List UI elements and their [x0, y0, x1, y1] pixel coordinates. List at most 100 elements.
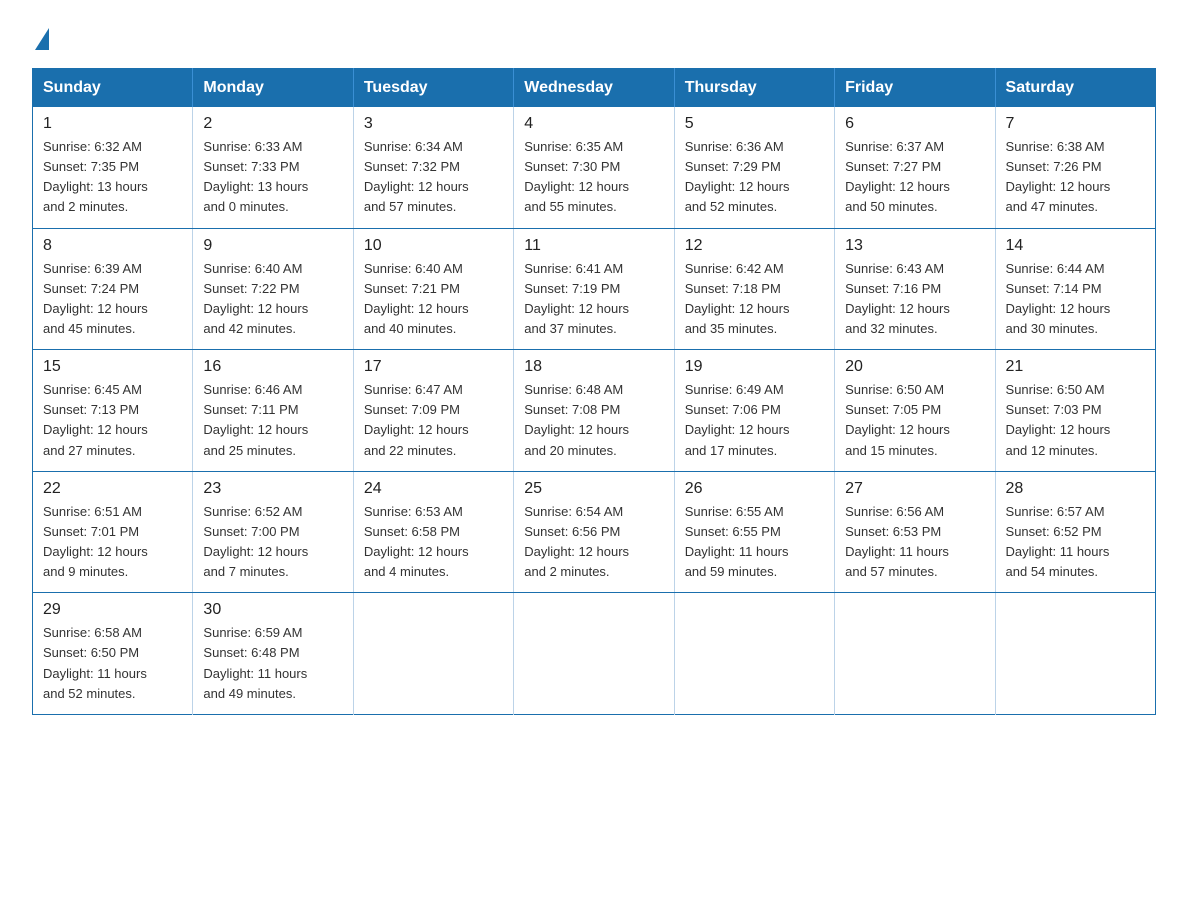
- day-info: Sunrise: 6:56 AMSunset: 6:53 PMDaylight:…: [845, 502, 984, 583]
- day-number: 10: [364, 237, 503, 255]
- day-info: Sunrise: 6:53 AMSunset: 6:58 PMDaylight:…: [364, 502, 503, 583]
- day-number: 15: [43, 358, 182, 376]
- day-info: Sunrise: 6:43 AMSunset: 7:16 PMDaylight:…: [845, 259, 984, 340]
- calendar-week-row: 22 Sunrise: 6:51 AMSunset: 7:01 PMDayligh…: [33, 471, 1156, 593]
- day-number: 1: [43, 115, 182, 133]
- calendar-empty-cell: [674, 593, 834, 715]
- calendar-week-row: 8Sunrise: 6:39 AMSunset: 7:24 PMDaylight…: [33, 228, 1156, 350]
- day-number: 5: [685, 115, 824, 133]
- calendar-day-cell: 25 Sunrise: 6:54 AMSunset: 6:56 PMDayligh…: [514, 471, 674, 593]
- day-info: Sunrise: 6:59 AMSunset: 6:48 PMDaylight:…: [203, 623, 342, 704]
- day-number: 20: [845, 358, 984, 376]
- day-info: Sunrise: 6:48 AMSunset: 7:08 PMDaylight:…: [524, 380, 663, 461]
- day-info: Sunrise: 6:41 AMSunset: 7:19 PMDaylight:…: [524, 259, 663, 340]
- day-number: 18: [524, 358, 663, 376]
- col-header-monday: Monday: [193, 69, 353, 108]
- calendar-day-cell: 18 Sunrise: 6:48 AMSunset: 7:08 PMDayligh…: [514, 350, 674, 472]
- day-number: 24: [364, 480, 503, 498]
- day-number: 17: [364, 358, 503, 376]
- calendar-empty-cell: [353, 593, 513, 715]
- day-number: 25: [524, 480, 663, 498]
- col-header-friday: Friday: [835, 69, 995, 108]
- calendar-day-cell: 13 Sunrise: 6:43 AMSunset: 7:16 PMDayligh…: [835, 228, 995, 350]
- calendar-day-cell: 10 Sunrise: 6:40 AMSunset: 7:21 PMDayligh…: [353, 228, 513, 350]
- calendar-day-cell: 8Sunrise: 6:39 AMSunset: 7:24 PMDaylight…: [33, 228, 193, 350]
- calendar-day-cell: 3 Sunrise: 6:34 AMSunset: 7:32 PMDaylight…: [353, 107, 513, 228]
- calendar-day-cell: 29 Sunrise: 6:58 AMSunset: 6:50 PMDayligh…: [33, 593, 193, 715]
- day-info: Sunrise: 6:58 AMSunset: 6:50 PMDaylight:…: [43, 623, 182, 704]
- calendar-empty-cell: [995, 593, 1155, 715]
- calendar-day-cell: 16 Sunrise: 6:46 AMSunset: 7:11 PMDayligh…: [193, 350, 353, 472]
- day-number: 4: [524, 115, 663, 133]
- day-number: 23: [203, 480, 342, 498]
- calendar-day-cell: 1Sunrise: 6:32 AMSunset: 7:35 PMDaylight…: [33, 107, 193, 228]
- calendar-day-cell: 4 Sunrise: 6:35 AMSunset: 7:30 PMDaylight…: [514, 107, 674, 228]
- day-info: Sunrise: 6:38 AMSunset: 7:26 PMDaylight:…: [1006, 137, 1145, 218]
- page-header: [32, 24, 1156, 50]
- calendar-day-cell: 26 Sunrise: 6:55 AMSunset: 6:55 PMDayligh…: [674, 471, 834, 593]
- day-info: Sunrise: 6:55 AMSunset: 6:55 PMDaylight:…: [685, 502, 824, 583]
- day-number: 30: [203, 601, 342, 619]
- calendar-day-cell: 19Sunrise: 6:49 AMSunset: 7:06 PMDayligh…: [674, 350, 834, 472]
- day-number: 27: [845, 480, 984, 498]
- col-header-tuesday: Tuesday: [353, 69, 513, 108]
- day-info: Sunrise: 6:50 AMSunset: 7:03 PMDaylight:…: [1006, 380, 1145, 461]
- calendar-day-cell: 24 Sunrise: 6:53 AMSunset: 6:58 PMDayligh…: [353, 471, 513, 593]
- calendar-day-cell: 22 Sunrise: 6:51 AMSunset: 7:01 PMDayligh…: [33, 471, 193, 593]
- day-info: Sunrise: 6:47 AMSunset: 7:09 PMDaylight:…: [364, 380, 503, 461]
- day-info: Sunrise: 6:39 AMSunset: 7:24 PMDaylight:…: [43, 259, 182, 340]
- day-info: Sunrise: 6:34 AMSunset: 7:32 PMDaylight:…: [364, 137, 503, 218]
- day-info: Sunrise: 6:42 AMSunset: 7:18 PMDaylight:…: [685, 259, 824, 340]
- day-number: 9: [203, 237, 342, 255]
- day-info: Sunrise: 6:33 AMSunset: 7:33 PMDaylight:…: [203, 137, 342, 218]
- calendar-day-cell: 17 Sunrise: 6:47 AMSunset: 7:09 PMDayligh…: [353, 350, 513, 472]
- logo: [32, 24, 49, 50]
- col-header-thursday: Thursday: [674, 69, 834, 108]
- day-number: 3: [364, 115, 503, 133]
- day-number: 21: [1006, 358, 1145, 376]
- col-header-saturday: Saturday: [995, 69, 1155, 108]
- day-info: Sunrise: 6:54 AMSunset: 6:56 PMDaylight:…: [524, 502, 663, 583]
- day-number: 29: [43, 601, 182, 619]
- calendar-table: SundayMondayTuesdayWednesdayThursdayFrid…: [32, 68, 1156, 715]
- day-info: Sunrise: 6:44 AMSunset: 7:14 PMDaylight:…: [1006, 259, 1145, 340]
- day-number: 22: [43, 480, 182, 498]
- day-info: Sunrise: 6:40 AMSunset: 7:22 PMDaylight:…: [203, 259, 342, 340]
- day-info: Sunrise: 6:40 AMSunset: 7:21 PMDaylight:…: [364, 259, 503, 340]
- day-info: Sunrise: 6:57 AMSunset: 6:52 PMDaylight:…: [1006, 502, 1145, 583]
- day-number: 19: [685, 358, 824, 376]
- calendar-day-cell: 27 Sunrise: 6:56 AMSunset: 6:53 PMDayligh…: [835, 471, 995, 593]
- calendar-day-cell: 5Sunrise: 6:36 AMSunset: 7:29 PMDaylight…: [674, 107, 834, 228]
- calendar-day-cell: 28 Sunrise: 6:57 AMSunset: 6:52 PMDayligh…: [995, 471, 1155, 593]
- day-number: 12: [685, 237, 824, 255]
- calendar-day-cell: 12 Sunrise: 6:42 AMSunset: 7:18 PMDayligh…: [674, 228, 834, 350]
- day-number: 6: [845, 115, 984, 133]
- day-number: 28: [1006, 480, 1145, 498]
- day-info: Sunrise: 6:37 AMSunset: 7:27 PMDaylight:…: [845, 137, 984, 218]
- calendar-header-row: SundayMondayTuesdayWednesdayThursdayFrid…: [33, 69, 1156, 108]
- day-number: 26: [685, 480, 824, 498]
- calendar-week-row: 1Sunrise: 6:32 AMSunset: 7:35 PMDaylight…: [33, 107, 1156, 228]
- calendar-day-cell: 9 Sunrise: 6:40 AMSunset: 7:22 PMDaylight…: [193, 228, 353, 350]
- calendar-day-cell: 15Sunrise: 6:45 AMSunset: 7:13 PMDayligh…: [33, 350, 193, 472]
- logo-triangle-icon: [35, 28, 49, 50]
- calendar-day-cell: 30 Sunrise: 6:59 AMSunset: 6:48 PMDayligh…: [193, 593, 353, 715]
- day-number: 16: [203, 358, 342, 376]
- calendar-day-cell: 6 Sunrise: 6:37 AMSunset: 7:27 PMDaylight…: [835, 107, 995, 228]
- calendar-day-cell: 21 Sunrise: 6:50 AMSunset: 7:03 PMDayligh…: [995, 350, 1155, 472]
- col-header-sunday: Sunday: [33, 69, 193, 108]
- day-number: 2: [203, 115, 342, 133]
- calendar-day-cell: 7 Sunrise: 6:38 AMSunset: 7:26 PMDaylight…: [995, 107, 1155, 228]
- day-number: 13: [845, 237, 984, 255]
- day-info: Sunrise: 6:50 AMSunset: 7:05 PMDaylight:…: [845, 380, 984, 461]
- day-number: 14: [1006, 237, 1145, 255]
- day-info: Sunrise: 6:35 AMSunset: 7:30 PMDaylight:…: [524, 137, 663, 218]
- calendar-day-cell: 23Sunrise: 6:52 AMSunset: 7:00 PMDayligh…: [193, 471, 353, 593]
- calendar-week-row: 15Sunrise: 6:45 AMSunset: 7:13 PMDayligh…: [33, 350, 1156, 472]
- day-info: Sunrise: 6:51 AMSunset: 7:01 PMDaylight:…: [43, 502, 182, 583]
- calendar-day-cell: 11Sunrise: 6:41 AMSunset: 7:19 PMDayligh…: [514, 228, 674, 350]
- calendar-day-cell: 2 Sunrise: 6:33 AMSunset: 7:33 PMDaylight…: [193, 107, 353, 228]
- calendar-day-cell: 14 Sunrise: 6:44 AMSunset: 7:14 PMDayligh…: [995, 228, 1155, 350]
- day-info: Sunrise: 6:46 AMSunset: 7:11 PMDaylight:…: [203, 380, 342, 461]
- day-number: 7: [1006, 115, 1145, 133]
